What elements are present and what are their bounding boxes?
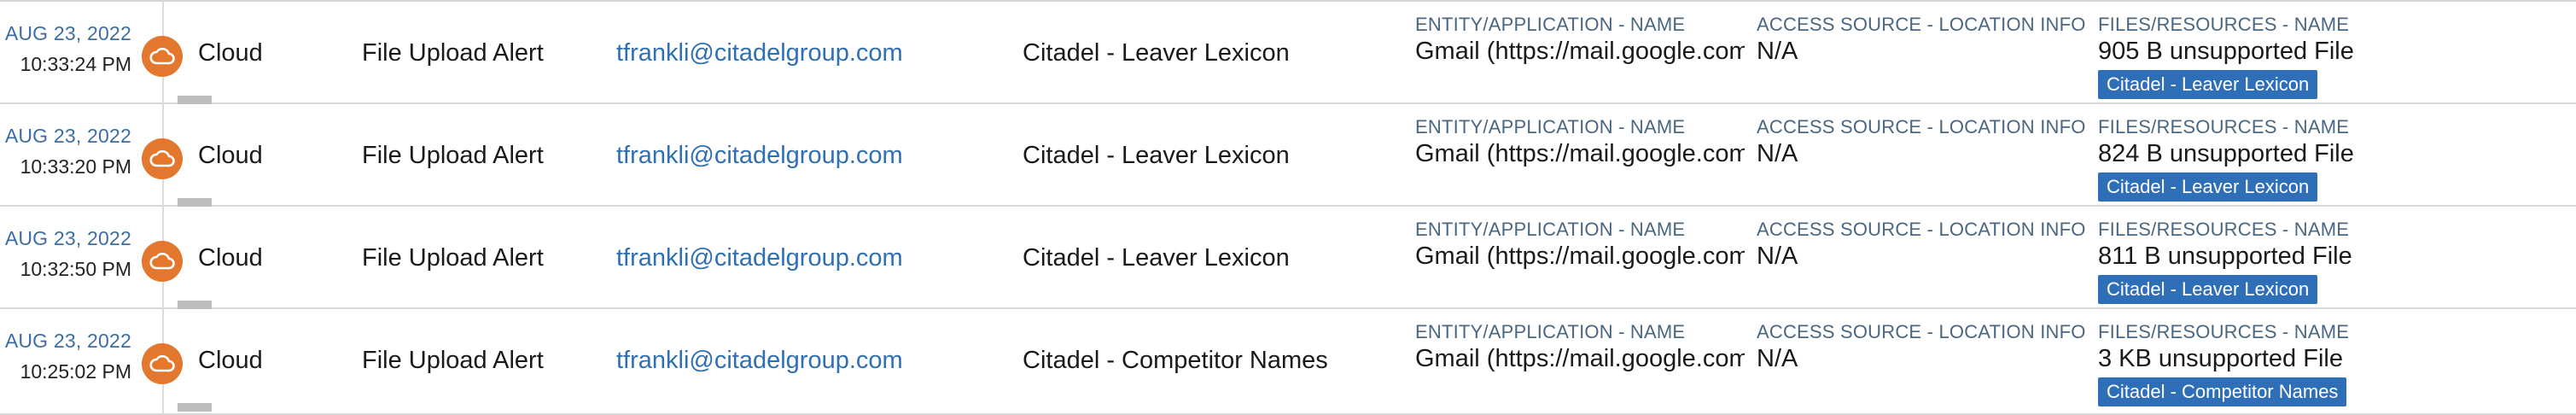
alert-time: 10:32:50 PM [20,258,131,280]
alert-date: AUG 23, 2022 [4,330,131,352]
table-row[interactable]: AUG 23, 2022 10:32:50 PM Cloud File Uplo… [0,207,2576,309]
access-field-value: N/A [1757,243,1798,270]
policy-tag[interactable]: Citadel - Competitor Names [2098,377,2347,406]
access-field-label: ACCESS SOURCE - LOCATION INFO [1757,14,2086,35]
files-field-label: FILES/RESOURCES - NAME [2098,14,2350,35]
alert-type: File Upload Alert [362,347,544,374]
row-drag-handle[interactable] [178,96,212,104]
files-field-value: 811 B unsupported File [2098,243,2352,270]
user-email-link[interactable]: tfrankli@citadelgroup.com [616,142,903,170]
policy-tag[interactable]: Citadel - Leaver Lexicon [2098,172,2318,202]
alert-time: 10:33:20 PM [20,155,131,178]
cloud-icon [142,343,183,384]
files-field-value: 905 B unsupported File [2098,38,2354,65]
alert-source: Cloud [198,244,263,272]
user-email-link[interactable]: tfrankli@citadelgroup.com [616,244,903,272]
policy-tag[interactable]: Citadel - Leaver Lexicon [2098,275,2318,304]
alerts-table: AUG 23, 2022 10:33:24 PM Cloud File Uplo… [0,0,2576,415]
files-field-label: FILES/RESOURCES - NAME [2098,321,2350,342]
alert-time: 10:33:24 PM [20,53,131,75]
access-field-value: N/A [1757,38,1798,65]
alert-date: AUG 23, 2022 [4,227,131,249]
row-drag-handle[interactable] [178,198,212,207]
files-field-value: 824 B unsupported File [2098,140,2354,167]
row-drag-handle[interactable] [178,403,212,412]
alert-source: Cloud [198,39,263,67]
entity-field-value: Gmail (https://mail.google.com [1415,38,1745,65]
policy-name: Citadel - Leaver Lexicon [1023,142,1290,169]
cloud-icon [142,36,183,77]
policy-name: Citadel - Leaver Lexicon [1023,244,1290,272]
entity-field-label: ENTITY/APPLICATION - NAME [1415,116,1686,137]
alert-source: Cloud [198,142,263,169]
cloud-icon [142,241,183,282]
alert-type: File Upload Alert [362,39,544,67]
files-field-label: FILES/RESOURCES - NAME [2098,116,2350,137]
alert-type: File Upload Alert [362,244,544,272]
entity-field-label: ENTITY/APPLICATION - NAME [1415,219,1686,240]
access-field-label: ACCESS SOURCE - LOCATION INFO [1757,321,2086,342]
entity-field-value: Gmail (https://mail.google.com [1415,140,1745,167]
entity-field-label: ENTITY/APPLICATION - NAME [1415,14,1686,35]
entity-field-label: ENTITY/APPLICATION - NAME [1415,321,1686,342]
access-field-label: ACCESS SOURCE - LOCATION INFO [1757,116,2086,137]
table-row[interactable]: AUG 23, 2022 10:33:24 PM Cloud File Uplo… [0,2,2576,104]
cloud-icon [142,138,183,179]
user-email-link[interactable]: tfrankli@citadelgroup.com [616,347,903,375]
policy-name: Citadel - Competitor Names [1023,347,1328,374]
access-field-value: N/A [1757,345,1798,372]
entity-field-value: Gmail (https://mail.google.com [1415,243,1745,270]
access-field-label: ACCESS SOURCE - LOCATION INFO [1757,219,2086,240]
files-field-label: FILES/RESOURCES - NAME [2098,219,2350,240]
user-email-link[interactable]: tfrankli@citadelgroup.com [616,39,903,67]
policy-name: Citadel - Leaver Lexicon [1023,39,1290,67]
row-drag-handle[interactable] [178,301,212,309]
alert-date: AUG 23, 2022 [4,125,131,147]
alert-type: File Upload Alert [362,142,544,169]
files-field-value: 3 KB unsupported File [2098,345,2343,372]
alert-source: Cloud [198,347,263,374]
access-field-value: N/A [1757,140,1798,167]
table-row[interactable]: AUG 23, 2022 10:25:02 PM Cloud File Uplo… [0,309,2576,415]
alert-date: AUG 23, 2022 [4,22,131,44]
table-row[interactable]: AUG 23, 2022 10:33:20 PM Cloud File Uplo… [0,104,2576,207]
entity-field-value: Gmail (https://mail.google.com [1415,345,1745,372]
policy-tag[interactable]: Citadel - Leaver Lexicon [2098,70,2318,99]
alert-time: 10:25:02 PM [20,360,131,383]
